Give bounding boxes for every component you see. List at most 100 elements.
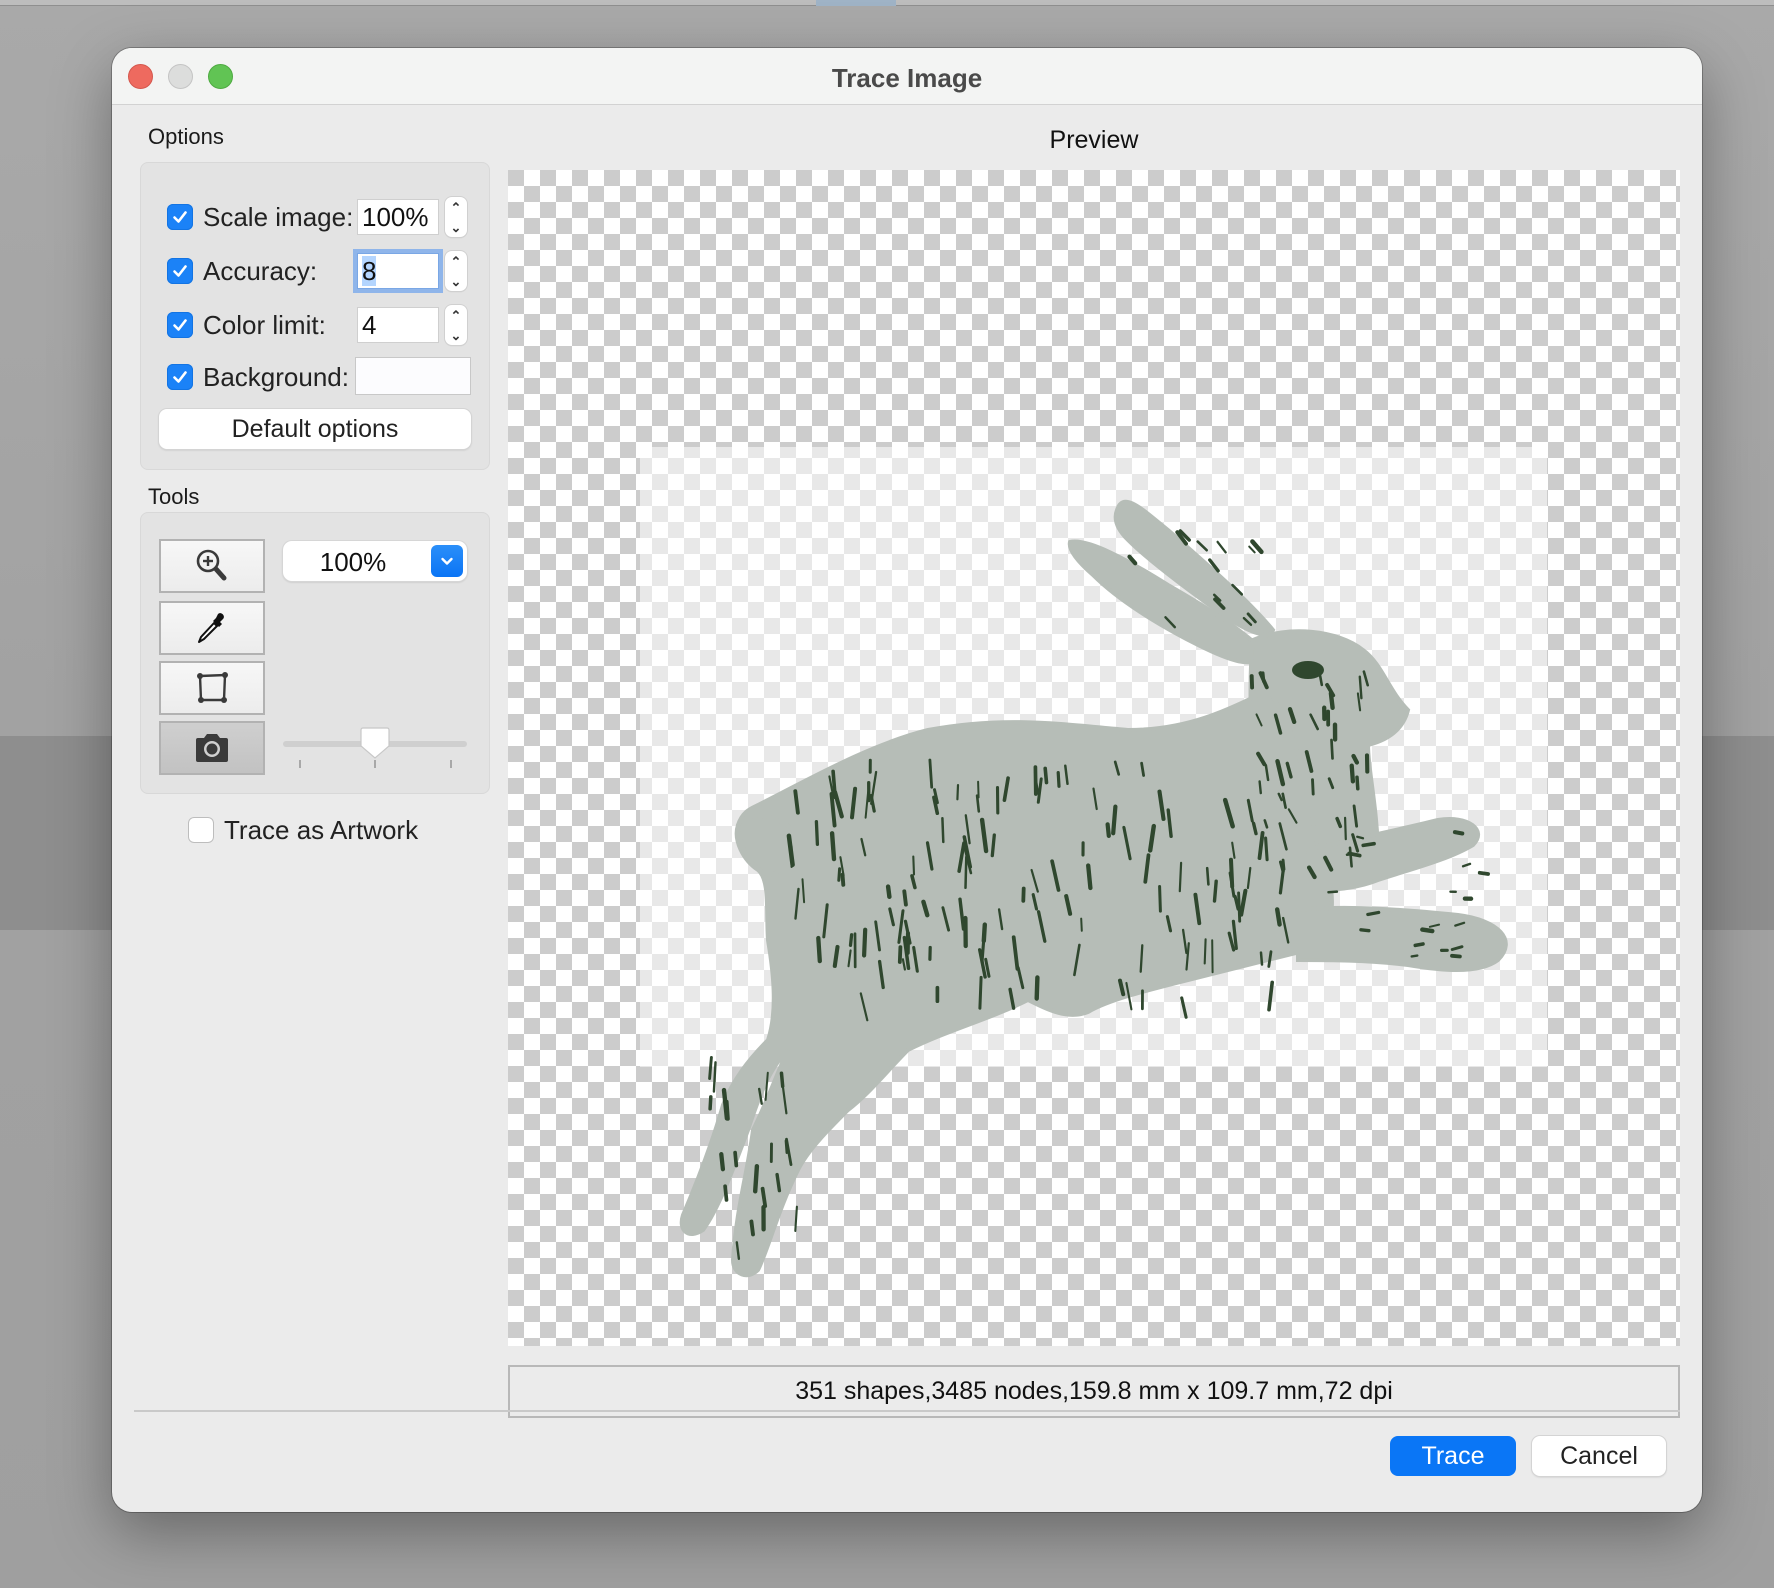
trace-button[interactable]: Trace: [1390, 1436, 1516, 1476]
fur-stroke: [1086, 863, 1093, 891]
chevron-down-icon[interactable]: [431, 545, 463, 577]
fur-stroke: [1259, 951, 1264, 966]
fur-stroke: [1361, 841, 1376, 848]
fur-stroke: [721, 1087, 730, 1121]
fur-stroke: [1180, 996, 1188, 1019]
fur-stroke: [990, 833, 996, 858]
fur-stroke: [1311, 778, 1315, 796]
fur-stroke: [1348, 846, 1353, 868]
fur-stroke: [775, 1172, 782, 1193]
trace-as-artwork-label: Trace as Artwork: [224, 814, 419, 845]
fur-stroke: [719, 1152, 726, 1172]
fur-stroke: [733, 1150, 739, 1168]
fur-stroke: [1043, 766, 1049, 785]
accuracy-input[interactable]: 8: [357, 253, 439, 289]
fur-stroke: [1264, 836, 1269, 862]
background-row: Background:: [167, 357, 349, 397]
accuracy-label: Accuracy:: [203, 255, 318, 286]
trace-as-artwork-row: Trace as Artwork: [188, 810, 418, 850]
chevron-down-icon[interactable]: ⌄: [451, 329, 462, 342]
scale-image-row: Scale image:: [167, 197, 353, 237]
snapshot-tool-button[interactable]: [159, 721, 265, 775]
fur-stroke: [793, 789, 800, 815]
color-limit-stepper[interactable]: ⌃ ⌄: [445, 305, 467, 345]
fur-stroke: [1410, 954, 1419, 958]
threshold-slider-thumb[interactable]: [359, 726, 391, 760]
trace-as-artwork-checkbox[interactable]: [188, 817, 214, 843]
fur-stroke: [1248, 545, 1256, 554]
fur-stroke: [1237, 891, 1242, 923]
background-checkbox[interactable]: [167, 364, 193, 390]
fur-stroke: [779, 1071, 785, 1089]
tools-group: 100%: [140, 512, 490, 794]
scale-image-stepper[interactable]: ⌃ ⌄: [445, 197, 467, 237]
fur-stroke: [708, 1095, 713, 1111]
fur-stroke: [897, 945, 903, 964]
eyedropper-icon: [198, 613, 224, 643]
chevron-up-icon[interactable]: ⌃: [451, 309, 462, 322]
fur-stroke: [1356, 835, 1365, 840]
fur-stroke: [1477, 870, 1490, 876]
fur-stroke: [1229, 857, 1235, 889]
fur-stroke: [712, 1061, 717, 1093]
eyedropper-tool-button[interactable]: [159, 601, 265, 655]
fur-stroke: [975, 794, 981, 813]
fur-stroke: [1056, 770, 1061, 788]
background-label: Background:: [203, 361, 349, 392]
chevron-down-icon[interactable]: ⌄: [451, 275, 462, 288]
fur-stroke: [1349, 763, 1356, 784]
fur-stroke: [1351, 753, 1360, 765]
checkmark-icon: [173, 265, 187, 277]
fur-stroke: [956, 783, 960, 801]
fur-stroke: [1267, 980, 1275, 1012]
hare-eye: [1292, 661, 1324, 679]
fur-stroke: [1359, 928, 1371, 933]
fur-stroke: [1355, 775, 1360, 791]
preview-canvas[interactable]: [508, 170, 1680, 1346]
accuracy-stepper[interactable]: ⌃ ⌄: [445, 251, 467, 291]
menu-bar-highlight: [816, 0, 896, 6]
crop-tool-button[interactable]: [159, 661, 265, 715]
fur-stroke: [1158, 885, 1162, 913]
zoom-tool-button[interactable]: [159, 539, 265, 593]
chevron-up-icon[interactable]: ⌃: [451, 255, 462, 268]
zoom-level-select[interactable]: 100%: [283, 541, 467, 581]
fur-stroke: [1461, 862, 1472, 868]
fur-stroke: [1450, 953, 1462, 959]
scale-image-checkbox[interactable]: [167, 204, 193, 230]
color-limit-label: Color limit:: [203, 309, 326, 340]
fur-stroke: [941, 816, 945, 844]
chevron-up-icon[interactable]: ⌃: [451, 201, 462, 214]
fur-stroke: [1139, 944, 1144, 973]
fur-stroke: [1205, 866, 1210, 886]
fur-stroke: [1420, 927, 1435, 934]
fur-stroke: [1258, 780, 1262, 795]
scale-image-label: Scale image:: [203, 201, 354, 232]
fur-stroke: [752, 1164, 760, 1194]
accuracy-checkbox[interactable]: [167, 258, 193, 284]
chevron-down-icon[interactable]: ⌄: [451, 221, 462, 234]
zoom-level-value: 100%: [319, 547, 387, 577]
color-limit-input[interactable]: 4: [357, 307, 439, 343]
fur-stroke: [902, 889, 908, 907]
color-limit-checkbox[interactable]: [167, 312, 193, 338]
tools-section-label: Tools: [148, 484, 200, 509]
fur-stroke: [885, 884, 892, 899]
checkmark-icon: [173, 319, 187, 331]
default-options-button[interactable]: Default options: [159, 409, 471, 449]
accuracy-row: Accuracy:: [167, 251, 317, 291]
window-title: Trace Image: [831, 63, 983, 93]
fur-stroke: [723, 1184, 729, 1202]
fur-stroke: [928, 758, 934, 789]
fur-stroke: [1413, 942, 1425, 948]
background-color-well[interactable]: [355, 357, 471, 395]
scale-image-input[interactable]: 100%: [357, 199, 439, 235]
fur-stroke: [837, 867, 842, 882]
footer-separator: [134, 1410, 1680, 1412]
cancel-button[interactable]: Cancel: [1532, 1436, 1666, 1476]
fur-stroke: [1343, 816, 1347, 841]
crop-rectangle-icon: [197, 672, 228, 703]
fur-stroke: [1196, 540, 1209, 552]
fur-stroke: [1366, 910, 1381, 917]
fur-stroke: [1212, 879, 1218, 903]
